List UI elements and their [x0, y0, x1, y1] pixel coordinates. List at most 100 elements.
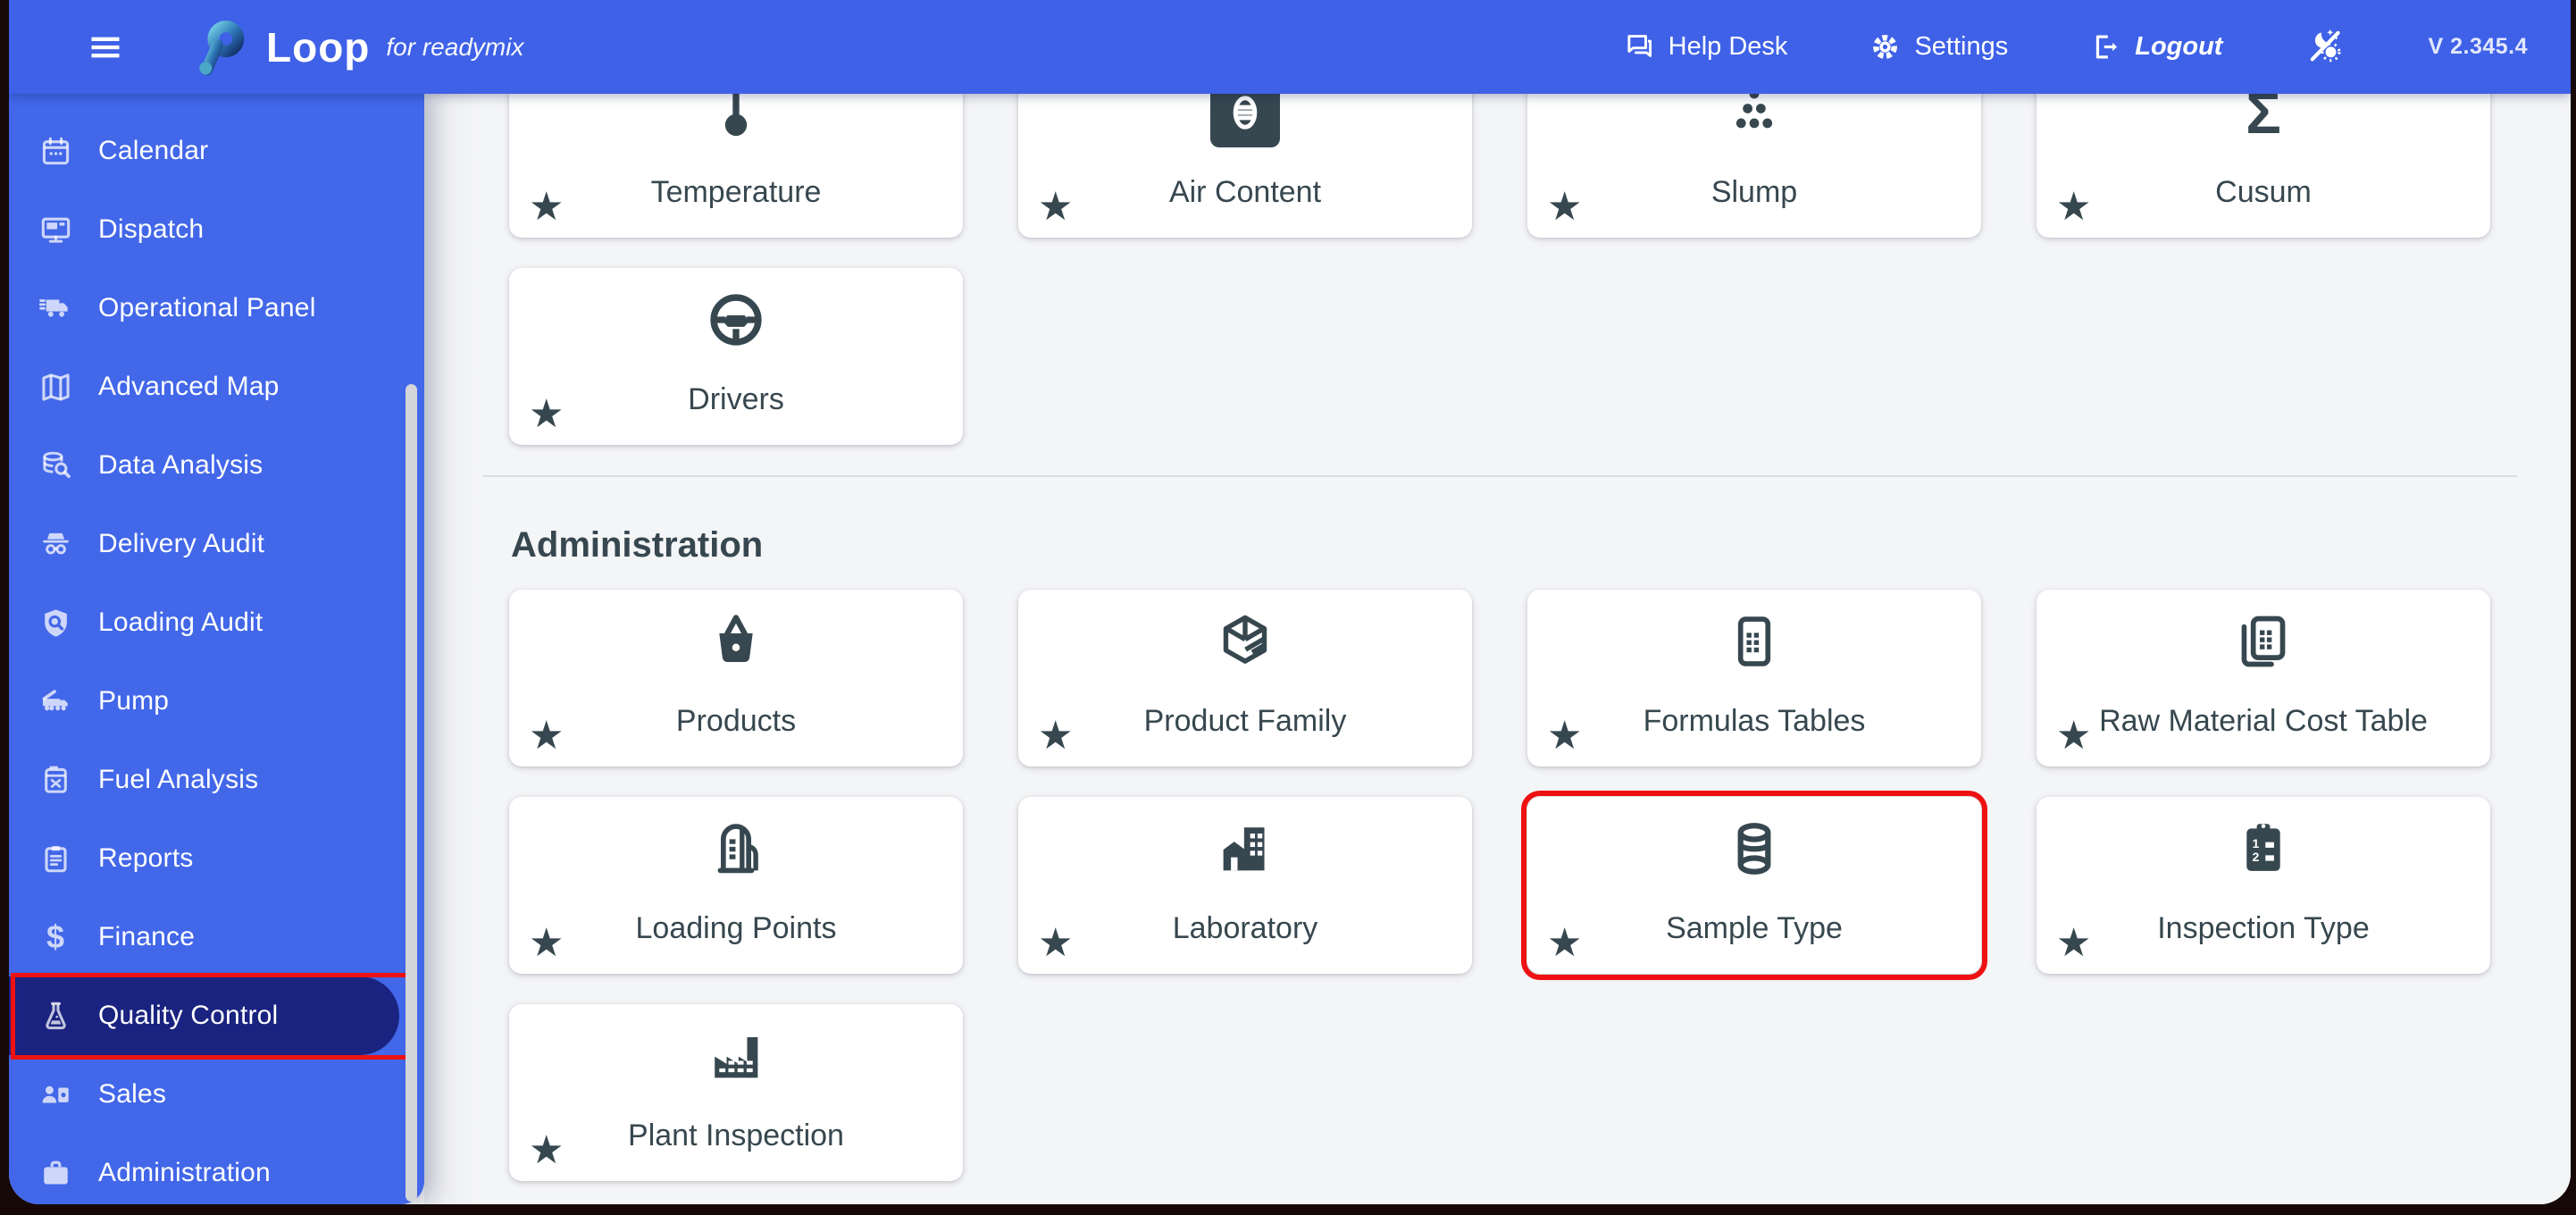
card-label: Slump [1710, 175, 1798, 209]
topbar-action-label: Help Desk [1668, 32, 1788, 61]
card-label: Temperature [650, 175, 822, 209]
sidebar-item-delivery-audit[interactable]: Delivery Audit [9, 505, 424, 583]
card-formulas-tables[interactable]: Formulas Tables ★ [1527, 590, 1981, 767]
inspection-clipboard-icon: 12 [2037, 809, 2490, 888]
sidebar-item-label: Loading Audit [98, 608, 263, 637]
sidebar-item-loading-audit[interactable]: Loading Audit [9, 583, 424, 662]
sidebar-item-fuel-analysis[interactable]: Fuel Analysis [9, 741, 424, 819]
sidebar-item-data-analysis[interactable]: Data Analysis [9, 426, 424, 505]
sidebar-item-reports[interactable]: Reports [9, 819, 424, 898]
cylinder-icon [1527, 809, 1981, 888]
card-label: Loading Points [635, 911, 837, 945]
sidebar-item-advanced-map[interactable]: Advanced Map [9, 348, 424, 426]
theme-toggle-icon[interactable] [2304, 25, 2346, 69]
card-label: Drivers [688, 382, 784, 416]
topbar-settings-button[interactable]: Settings [1869, 31, 2008, 63]
calendar-icon [36, 131, 75, 171]
gear-icon [1869, 31, 1901, 63]
favorite-star-icon[interactable]: ★ [2056, 924, 2091, 963]
card-label: Plant Inspection [628, 1119, 844, 1152]
sidebar-item-label: Operational Panel [98, 293, 316, 323]
card-inspection-type[interactable]: 1 2 Inspection Type ★ [2037, 797, 2490, 974]
topbar-logout-button[interactable]: Logout [2090, 31, 2222, 63]
favorite-star-icon[interactable]: ★ [2056, 716, 2091, 756]
favorite-star-icon[interactable]: ★ [1038, 924, 1073, 963]
favorite-star-icon[interactable]: ★ [1038, 716, 1073, 756]
card-drivers[interactable]: Drivers ★ [509, 268, 963, 445]
card-label: Cusum [2215, 175, 2312, 209]
truck-icon [36, 289, 75, 328]
menu-icon[interactable] [84, 26, 127, 69]
shield-search-icon [36, 603, 75, 642]
sidebar-item-pump[interactable]: Pump [9, 662, 424, 741]
card-label: Raw Material Cost Table [2099, 704, 2428, 738]
database-search-icon [36, 446, 75, 485]
pump-truck-icon [36, 682, 75, 721]
sidebar-item-label: Delivery Audit [98, 529, 265, 558]
sidebar-item-administration[interactable]: Administration [9, 1134, 424, 1204]
favorite-star-icon[interactable]: ★ [529, 716, 564, 756]
sidebar-item-operational-panel[interactable]: Operational Panel [9, 269, 424, 348]
favorite-star-icon[interactable]: ★ [1038, 188, 1073, 227]
sidebar-item-quality-control[interactable]: Quality Control [9, 976, 399, 1055]
logout-icon [2090, 31, 2121, 63]
factory-icon [509, 1017, 963, 1095]
card-sample-type[interactable]: Sample Type ★ [1521, 791, 1987, 980]
section-title: Administration [511, 525, 764, 566]
sidebar-item-label: Quality Control [98, 1001, 279, 1030]
topbar-action-label: Settings [1914, 32, 2009, 61]
sidebar-item-label: Reports [98, 843, 194, 873]
buildings-icon [1018, 809, 1472, 888]
administration-card-grid: Products ★ Product Family ★ Formulas Tables ★… [509, 590, 2490, 1181]
table-icon [1527, 602, 1981, 681]
brand-logo: Loop for readymix [189, 16, 523, 79]
map-icon [36, 367, 75, 406]
card-label: Products [675, 704, 797, 738]
card-loading-points[interactable]: Loading Points ★ [509, 797, 963, 974]
favorite-star-icon[interactable]: ★ [529, 395, 564, 434]
topbar-action-label: Logout [2135, 32, 2223, 61]
card-plant-inspection[interactable]: Plant Inspection ★ [509, 1004, 963, 1181]
favorite-star-icon[interactable]: ★ [529, 188, 564, 227]
sidebar-item-dispatch[interactable]: Dispatch [9, 190, 424, 269]
svg-text:1: 1 [2253, 837, 2260, 851]
favorite-star-icon[interactable]: ★ [529, 1131, 564, 1170]
favorite-star-icon[interactable]: ★ [529, 924, 564, 963]
favorite-star-icon[interactable]: ★ [1547, 716, 1582, 756]
quality-control-card-grid: Temperature ★ Air Content ★ Slump ★ Σ Cusum ★ Dri… [509, 61, 2490, 445]
topbar-help-desk-button[interactable]: Help Desk [1624, 31, 1788, 63]
package-icon [1018, 602, 1472, 681]
sidebar-item-label: Administration [98, 1158, 271, 1187]
sidebar-item-sales[interactable]: Sales [9, 1055, 424, 1134]
favorite-star-icon[interactable]: ★ [2056, 188, 2091, 227]
favorite-star-icon[interactable]: ★ [1547, 924, 1582, 963]
card-label: Product Family [1143, 704, 1347, 738]
loop-logo-icon [189, 16, 252, 79]
chat-icon [1624, 31, 1655, 63]
incognito-icon [36, 524, 75, 564]
card-label: Sample Type [1666, 911, 1843, 945]
stacked-table-icon [2037, 602, 2490, 681]
briefcase-icon [36, 1153, 75, 1193]
sidebar-scrollbar[interactable] [406, 384, 417, 1202]
sidebar-item-label: Finance [98, 922, 196, 951]
favorite-star-icon[interactable]: ★ [1547, 188, 1582, 227]
card-laboratory[interactable]: Laboratory ★ [1018, 797, 1472, 974]
app-title: Loop [266, 23, 371, 71]
sidebar-item-label: Fuel Analysis [98, 765, 259, 794]
sidebar-item-finance[interactable]: $ Finance [9, 898, 424, 976]
main-content: Temperature ★ Air Content ★ Slump ★ Σ Cusum ★ Dri… [424, 61, 2571, 1204]
flask-icon [36, 996, 75, 1035]
sidebar-item-label: Data Analysis [98, 450, 263, 480]
card-product-family[interactable]: Product Family ★ [1018, 590, 1472, 767]
sidebar: Calendar Dispatch Operational Panel Advance… [9, 94, 424, 1204]
card-label: Inspection Type [2157, 911, 2370, 945]
card-label: Formulas Tables [1643, 704, 1866, 738]
sidebar-item-calendar[interactable]: Calendar [9, 112, 424, 190]
card-raw-material-cost-table[interactable]: Raw Material Cost Table ★ [2037, 590, 2490, 767]
jerrycan-icon [36, 760, 75, 800]
top-bar: Loop for readymix Help Desk Settings Logou… [9, 0, 2571, 94]
app-window: Loop for readymix Help Desk Settings Logou… [9, 0, 2571, 1204]
card-label: Laboratory [1172, 911, 1318, 945]
card-products[interactable]: Products ★ [509, 590, 963, 767]
